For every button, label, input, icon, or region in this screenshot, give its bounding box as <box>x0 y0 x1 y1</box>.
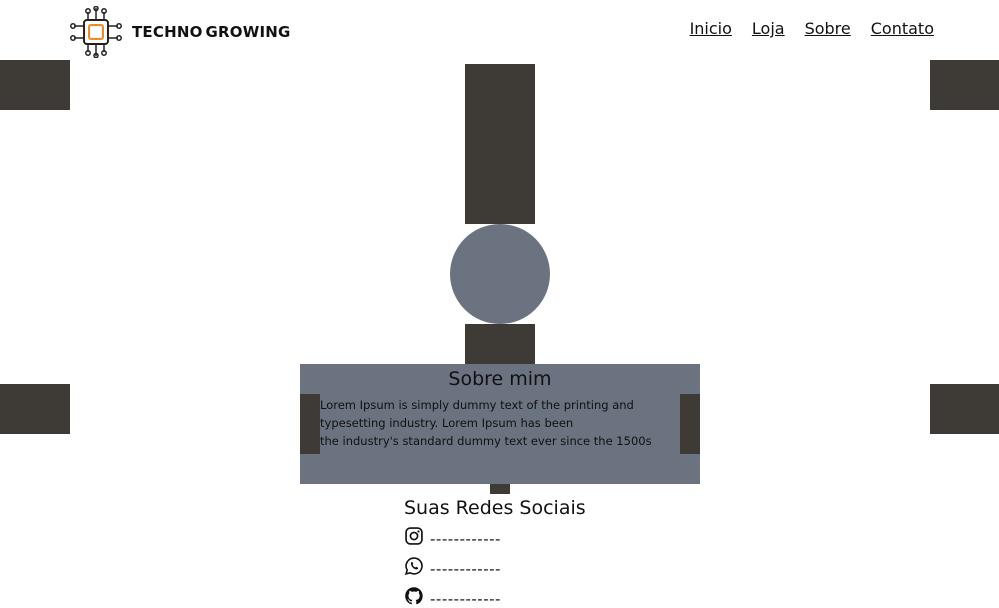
brand-name-part2: GROWING <box>205 23 291 41</box>
circuit-chip-icon <box>70 6 122 58</box>
nav-link-loja[interactable]: Loja <box>752 19 785 38</box>
brand-name-part1: TECHNO <box>132 23 203 41</box>
page: TECHNO GROWING Inicio Loja Sobre Contato… <box>0 0 999 608</box>
side-block-bottom-left <box>0 384 70 434</box>
instagram-icon <box>405 527 423 545</box>
nav-link-inicio[interactable]: Inicio <box>690 19 732 38</box>
side-block-bottom-right <box>930 384 999 434</box>
nav-link-sobre[interactable]: Sobre <box>805 19 851 38</box>
social-link-instagram[interactable]: ------------ <box>430 524 501 548</box>
about-text: Lorem Ipsum is simply dummy text of the … <box>320 396 680 450</box>
about-panel: Sobre mim Lorem Ipsum is simply dummy te… <box>300 364 700 484</box>
logo[interactable]: TECHNO GROWING <box>70 6 291 58</box>
social-title: Suas Redes Sociais <box>404 497 586 519</box>
about-tab-left <box>300 394 320 454</box>
social-item-github[interactable]: ------------ <box>404 583 644 608</box>
social-link-whatsapp[interactable]: ------------ <box>430 554 501 578</box>
social-section: Suas Redes Sociais ------------ --------… <box>404 497 644 608</box>
header: TECHNO GROWING Inicio Loja Sobre Contato <box>0 0 999 60</box>
about-line: the industry's standard dummy text ever … <box>320 434 652 448</box>
github-icon <box>405 587 423 605</box>
social-link-github[interactable]: ------------ <box>430 584 501 608</box>
social-item-whatsapp[interactable]: ------------ <box>404 553 644 579</box>
whatsapp-icon <box>404 557 423 576</box>
social-item-instagram[interactable]: ------------ <box>404 523 644 549</box>
connector-block <box>465 324 535 364</box>
banner-block <box>465 64 535 224</box>
brand-name: TECHNO GROWING <box>132 23 291 41</box>
about-title: Sobre mim <box>448 368 552 390</box>
side-block-top-left <box>0 60 70 110</box>
about-line: typesetting industry. Lorem Ipsum has be… <box>320 416 574 430</box>
divider-block <box>490 484 510 494</box>
about-tab-right <box>680 394 700 454</box>
side-block-top-right <box>930 60 999 110</box>
nav-link-contato[interactable]: Contato <box>871 19 934 38</box>
about-line: Lorem Ipsum is simply dummy text of the … <box>320 398 634 412</box>
avatar <box>450 224 550 324</box>
main-nav: Inicio Loja Sobre Contato <box>690 19 934 38</box>
